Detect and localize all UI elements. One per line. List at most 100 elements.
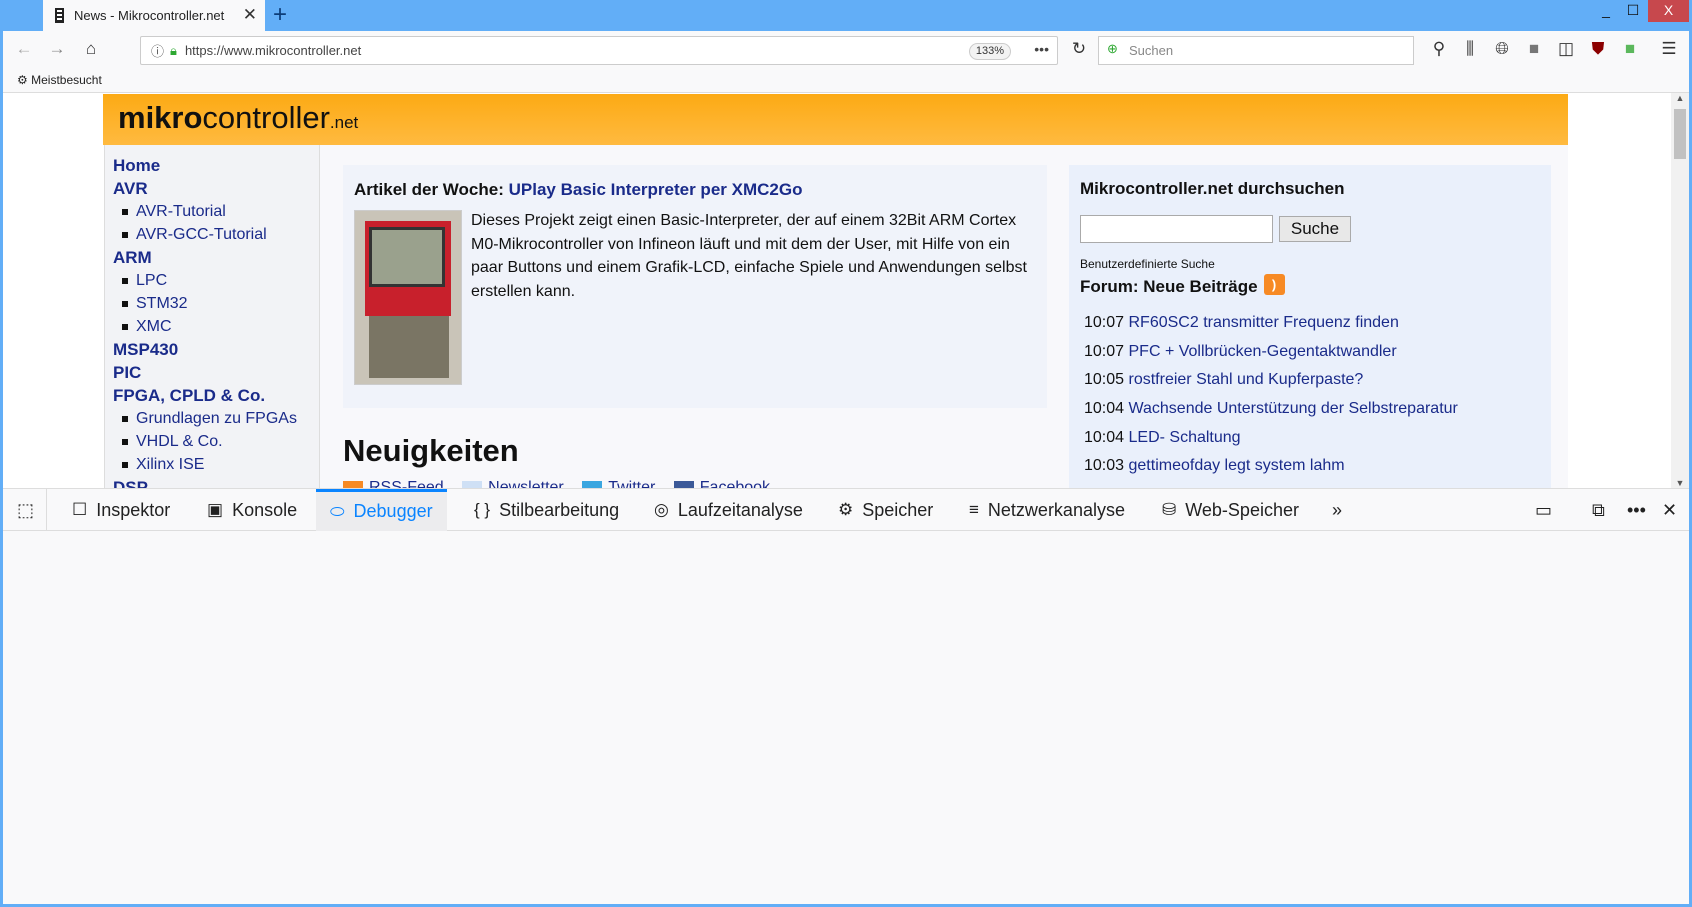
- news-heading: Neuigkeiten: [343, 433, 519, 468]
- site-search-input[interactable]: [1080, 215, 1273, 243]
- facebook-link[interactable]: Facebook: [673, 479, 770, 488]
- tab-network[interactable]: ≡ Netzwerkanalyse: [955, 489, 1139, 531]
- tab-performance[interactable]: ◎ Laufzeitanalyse: [640, 489, 817, 531]
- sidebar-item[interactable]: LPC: [122, 269, 319, 292]
- post-link[interactable]: gettimeofday legt system lahm: [1129, 457, 1345, 474]
- sidebar-item[interactable]: VHDL & Co.: [122, 430, 319, 453]
- article-thumbnail[interactable]: [354, 210, 462, 385]
- sidebar-item[interactable]: AVR-Tutorial: [122, 200, 319, 223]
- right-column: Mikrocontroller.net durchsuchen Suche Be…: [1069, 165, 1551, 488]
- tab-inspector[interactable]: ☐ Inspektor: [58, 489, 184, 531]
- menu-icon[interactable]: ☰: [1658, 39, 1680, 59]
- tab-storage[interactable]: ⛁ Web-Speicher: [1148, 489, 1313, 531]
- search-placeholder: Suchen: [1129, 43, 1174, 58]
- post-time: 10:07: [1084, 314, 1125, 331]
- post-link[interactable]: Wachsende Unterstützung der Selbstrepara…: [1129, 400, 1458, 417]
- close-tab-icon[interactable]: ✕: [243, 5, 257, 25]
- post-link[interactable]: LED- Schaltung: [1129, 429, 1241, 446]
- rss-icon[interactable]: ): [1263, 273, 1285, 295]
- reload-icon[interactable]: ↻: [1068, 39, 1090, 59]
- rss-feed-link[interactable]: RSS-Feed: [343, 479, 444, 488]
- site-logo[interactable]: mikrocontroller.net: [118, 100, 358, 136]
- sidebar-item[interactable]: STM32: [122, 292, 319, 315]
- url-bar[interactable]: ⓘ 🔒︎ https://www.mikrocontroller.net 133…: [140, 36, 1058, 65]
- sidebar-item[interactable]: FPGA, CPLD & Co.: [113, 384, 319, 407]
- element-picker-button[interactable]: ⬚: [5, 489, 48, 531]
- browser-window: News - Mikrocontroller.net ✕ + _ ☐ X ← →…: [3, 0, 1689, 904]
- sidebar-item[interactable]: Home: [113, 154, 319, 177]
- post-time: 10:04: [1084, 428, 1125, 446]
- close-devtools-button[interactable]: ✕: [1648, 489, 1691, 531]
- home-icon[interactable]: ⌂: [80, 39, 102, 59]
- browser-tab[interactable]: News - Mikrocontroller.net ✕: [43, 0, 265, 31]
- post-link[interactable]: PFC + Vollbrücken-Gegentaktwandler: [1129, 343, 1397, 360]
- tab-label: Speicher: [862, 499, 934, 520]
- bookmark-meistbesucht[interactable]: Meistbesucht: [31, 73, 102, 87]
- memory-icon: ⚙: [838, 500, 854, 519]
- info-icon[interactable]: ⓘ: [151, 41, 164, 60]
- sidebar-item[interactable]: ARM: [113, 246, 319, 269]
- search-bar[interactable]: ⊕ Suchen: [1098, 36, 1414, 65]
- library-icon[interactable]: ⫼: [1459, 39, 1481, 59]
- lock-icon: 🔒︎: [170, 42, 177, 58]
- dock-bottom-button[interactable]: ▭: [1521, 489, 1566, 531]
- post-time: 10:03: [1084, 457, 1125, 475]
- new-tab-button[interactable]: +: [273, 1, 287, 29]
- extension-s-icon[interactable]: ■: [1523, 39, 1545, 59]
- forward-icon[interactable]: →: [46, 39, 68, 59]
- sidebar-nav: Home AVR AVR-Tutorial AVR-GCC-Tutorial ARM LP…: [104, 145, 320, 488]
- twitter-link[interactable]: Twitter: [582, 479, 655, 488]
- forum-post: 10:07 RF60SC2 transmitter Frequenz finde…: [1084, 309, 1458, 338]
- more-icon: •••: [1627, 499, 1646, 520]
- tab-debugger[interactable]: ⬭ Debugger: [316, 489, 447, 531]
- storage-icon: ⛁: [1162, 500, 1177, 519]
- search-heading: Mikrocontroller.net durchsuchen: [1080, 179, 1345, 198]
- sidebar-icon[interactable]: ◫: [1555, 39, 1577, 59]
- sidebar-item[interactable]: PIC: [113, 361, 319, 384]
- site-favicon-icon: [55, 8, 64, 23]
- ublock-icon[interactable]: ⛊: [1587, 39, 1609, 59]
- extension-green-icon[interactable]: ■: [1619, 39, 1641, 59]
- site-search-button[interactable]: Suche: [1279, 216, 1351, 242]
- article-of-week: Artikel der Woche: UPlay Basic Interpret…: [343, 165, 1047, 408]
- close-window-button[interactable]: X: [1648, 0, 1689, 22]
- minimize-button[interactable]: _: [1593, 0, 1619, 22]
- debugger-panel: [3, 531, 1689, 904]
- sidebar-item[interactable]: DSP: [113, 476, 319, 488]
- post-time: 10:05: [1084, 371, 1125, 389]
- tab-label: Konsole: [232, 499, 298, 520]
- scrollbar-thumb[interactable]: [1674, 109, 1686, 159]
- sidebar-item[interactable]: AVR-GCC-Tutorial: [122, 223, 319, 246]
- forum-post: 10:04 LED- Schaltung: [1084, 424, 1458, 453]
- post-link[interactable]: RF60SC2 transmitter Frequenz finden: [1129, 314, 1399, 331]
- article-link[interactable]: UPlay Basic Interpreter per XMC2Go: [509, 180, 803, 199]
- maximize-button[interactable]: ☐: [1620, 0, 1646, 22]
- devtools-toolbar: ⬚ » ▭ ⧉ ••• ✕ ☐ Inspektor ▣ Konsole ⬭ Debugge…: [3, 488, 1689, 531]
- bookmarks-bar: ⚙ Meistbesucht: [3, 69, 1689, 93]
- newsletter-link[interactable]: Newsletter: [462, 479, 564, 488]
- sidebar-item[interactable]: AVR: [113, 177, 319, 200]
- tab-style-editor[interactable]: { } Stilbearbeitung: [460, 489, 633, 531]
- sidebar-item[interactable]: XMC: [122, 315, 319, 338]
- search-caption: Benutzerdefinierte Suche: [1080, 257, 1215, 271]
- zoom-indicator[interactable]: 133%: [968, 43, 1011, 60]
- search-icon[interactable]: ⚲: [1428, 39, 1450, 59]
- tab-memory[interactable]: ⚙ Speicher: [824, 489, 947, 531]
- sidebar-item[interactable]: MSP430: [113, 338, 319, 361]
- back-icon[interactable]: ←: [13, 39, 35, 59]
- tab-label: Inspektor: [96, 499, 171, 520]
- more-tools-button[interactable]: »: [1318, 489, 1356, 531]
- post-link[interactable]: rostfreier Stahl und Kupferpaste?: [1129, 371, 1364, 388]
- tab-label: Debugger: [353, 501, 433, 521]
- page-actions-icon[interactable]: •••: [1034, 41, 1049, 57]
- url-text: https://www.mikrocontroller.net: [184, 43, 362, 58]
- dock-icon: ▭: [1535, 499, 1553, 520]
- tab-console[interactable]: ▣ Konsole: [193, 489, 311, 531]
- globe-icon[interactable]: 🌐︎: [1491, 39, 1513, 59]
- social-links: RSS-Feed Newsletter Twitter Facebook: [343, 479, 784, 488]
- sidebar-item[interactable]: Grundlagen zu FPGAs: [122, 407, 319, 430]
- sidebar-item[interactable]: Xilinx ISE: [122, 453, 319, 476]
- inspector-icon: ☐: [72, 500, 88, 519]
- page-scrollbar[interactable]: ▲ ▼: [1671, 93, 1689, 488]
- console-icon: ▣: [207, 500, 224, 519]
